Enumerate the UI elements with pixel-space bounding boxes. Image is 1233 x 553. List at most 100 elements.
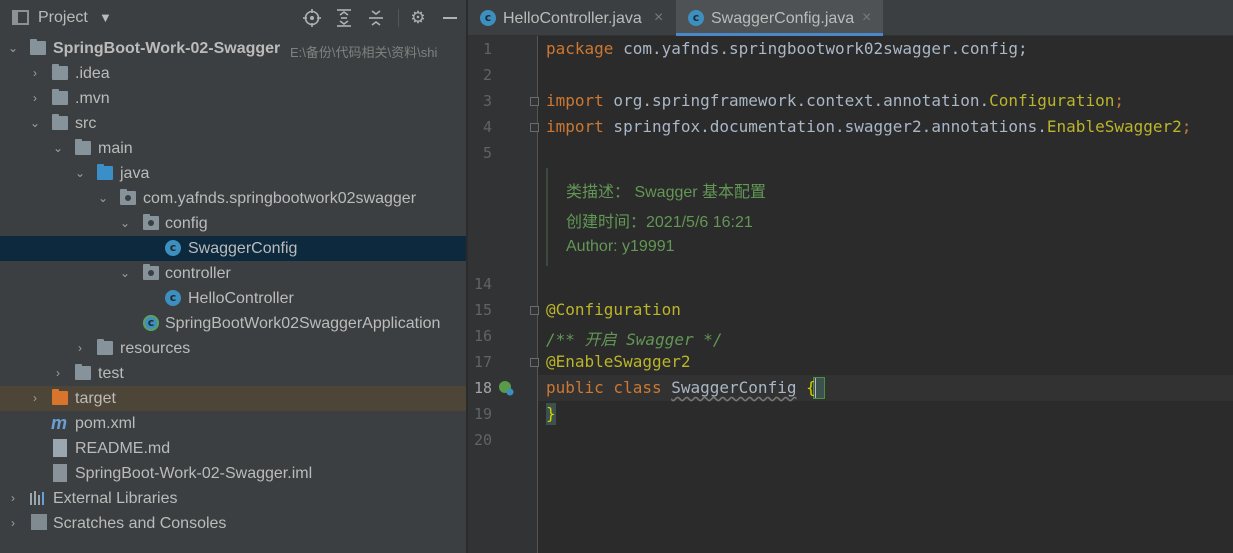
tree-item-scratches[interactable]: › Scratches and Consoles: [0, 511, 466, 536]
maven-icon: m: [51, 413, 68, 433]
editor-area: c HelloController.java × c SwaggerConfig…: [468, 0, 1233, 553]
tree-item-iml[interactable]: SpringBoot-Work-02-Swagger.iml: [0, 461, 466, 486]
tree-item-label: test: [98, 365, 124, 382]
code-text: springfox.documentation.swagger2.annotat…: [603, 117, 1047, 136]
code-text: org.springframework.context.annotation.: [603, 91, 990, 110]
tree-item-java[interactable]: ⌄ java: [0, 161, 466, 186]
chevron-right-icon[interactable]: ›: [73, 340, 87, 356]
chevron-right-icon[interactable]: ›: [28, 390, 42, 406]
chevron-down-icon[interactable]: ▼: [99, 10, 112, 25]
tree-item-pom[interactable]: m pom.xml: [0, 411, 466, 436]
chevron-right-icon[interactable]: ›: [51, 365, 65, 381]
tree-item-external-libraries[interactable]: › External Libraries: [0, 486, 466, 511]
project-panel: Project ▼ ⚙ ⌄ SpringBoot-Work-02-Swagger…: [0, 0, 466, 553]
spring-boot-class-icon: c: [143, 315, 159, 331]
fold-marker-icon[interactable]: [530, 123, 539, 132]
tree-item-label: SpringBoot-Work-02-Swagger.iml: [75, 465, 313, 482]
tree-item-label: pom.xml: [75, 415, 136, 432]
tree-item-resources[interactable]: › resources: [0, 336, 466, 361]
tree-item-test[interactable]: › test: [0, 361, 466, 386]
line-number: 4: [482, 118, 492, 136]
chevron-right-icon[interactable]: ›: [6, 490, 20, 506]
tree-item-swaggerconfig[interactable]: c SwaggerConfig: [0, 236, 466, 261]
markdown-file-icon: [53, 439, 67, 457]
tab-swaggerconfig[interactable]: c SwaggerConfig.java ×: [676, 0, 883, 36]
package-icon: [120, 189, 136, 205]
tree-item-application[interactable]: c SpringBootWork02SwaggerApplication: [0, 311, 466, 336]
line-number: 2: [482, 66, 492, 84]
chevron-down-icon[interactable]: ⌄: [6, 40, 20, 56]
code-line-16[interactable]: /** 开启 Swagger */: [546, 326, 723, 350]
java-class-icon: c: [480, 10, 496, 26]
tree-item-label: Scratches and Consoles: [53, 515, 227, 532]
line-number: 14: [473, 275, 492, 293]
close-icon[interactable]: ×: [654, 9, 663, 27]
fold-marker-icon[interactable]: [530, 358, 539, 367]
line-number: 17: [473, 353, 492, 371]
fold-marker-icon[interactable]: [530, 97, 539, 106]
code-line-3[interactable]: import org.springframework.context.annot…: [546, 91, 1124, 110]
keyword: package: [546, 39, 614, 58]
spring-bean-gutter-icon[interactable]: [498, 380, 514, 396]
folder-icon: [52, 89, 68, 105]
rendered-doc-comment[interactable]: 类描述： Swagger 基本配置 创建时间：2021/5/6 16:21 Au…: [546, 168, 948, 266]
tree-item-main[interactable]: ⌄ main: [0, 136, 466, 161]
tree-item-hellocontroller[interactable]: c HelloController: [0, 286, 466, 311]
code-line-15[interactable]: @Configuration: [546, 300, 681, 319]
code-line-1[interactable]: package com.yafnds.springbootwork02swagg…: [546, 39, 1028, 58]
line-number: 1: [482, 40, 492, 58]
keyword: import: [546, 91, 604, 110]
scratches-icon: [31, 514, 47, 530]
tree-item-label: External Libraries: [53, 490, 178, 507]
tree-item-project-root[interactable]: ⌄ SpringBoot-Work-02-Swagger E:\备份\代码相关\…: [0, 36, 466, 61]
tree-item-readme[interactable]: README.md: [0, 436, 466, 461]
chevron-right-icon[interactable]: ›: [28, 90, 42, 106]
chevron-right-icon[interactable]: ›: [28, 65, 42, 81]
chevron-down-icon[interactable]: ⌄: [96, 190, 110, 206]
folder-icon: [75, 364, 91, 380]
hide-panel-icon[interactable]: [438, 6, 462, 30]
tree-item-controller[interactable]: ⌄ controller: [0, 261, 466, 286]
chevron-down-icon[interactable]: ⌄: [51, 140, 65, 156]
package-icon: [143, 264, 159, 280]
locate-icon[interactable]: [300, 6, 324, 30]
line-number: 5: [482, 144, 492, 162]
code-line-18[interactable]: public class SwaggerConfig {: [546, 378, 816, 397]
chevron-down-icon[interactable]: ⌄: [118, 215, 132, 231]
tree-item-label: .idea: [75, 65, 110, 82]
expand-all-icon[interactable]: [332, 6, 356, 30]
collapse-all-icon[interactable]: [364, 6, 388, 30]
chevron-down-icon[interactable]: ⌄: [73, 165, 87, 181]
tree-item-mvn[interactable]: › .mvn: [0, 86, 466, 111]
code-line-19[interactable]: }: [546, 404, 556, 423]
tree-item-label: SpringBoot-Work-02-Swagger: [53, 40, 281, 57]
tree-item-idea[interactable]: › .idea: [0, 61, 466, 86]
code-line-4[interactable]: import springfox.documentation.swagger2.…: [546, 117, 1191, 136]
tree-item-label: target: [75, 390, 116, 407]
tab-hellocontroller[interactable]: c HelloController.java ×: [468, 0, 675, 36]
gear-icon[interactable]: ⚙: [406, 6, 430, 30]
tree-item-target[interactable]: › target: [0, 386, 466, 411]
tree-item-src[interactable]: ⌄ src: [0, 111, 466, 136]
tree-item-label: java: [120, 165, 150, 182]
doc-line: Author: y19991: [566, 238, 675, 255]
chevron-right-icon[interactable]: ›: [6, 515, 20, 531]
tree-item-config[interactable]: ⌄ config: [0, 211, 466, 236]
class-declaration-name: SwaggerConfig: [671, 378, 797, 397]
iml-file-icon: [53, 464, 67, 482]
close-icon[interactable]: ×: [862, 9, 871, 27]
chevron-down-icon[interactable]: ⌄: [28, 115, 42, 131]
tab-label: HelloController.java: [503, 10, 642, 27]
tree-item-label: config: [165, 215, 208, 232]
tree-item-package[interactable]: ⌄ com.yafnds.springbootwork02swagger: [0, 186, 466, 211]
fold-marker-icon[interactable]: [530, 306, 539, 315]
project-title[interactable]: Project: [38, 9, 88, 27]
doc-line: 类描述： Swagger 基本配置: [566, 184, 767, 201]
java-class-icon: c: [165, 240, 181, 256]
libraries-icon: [30, 491, 46, 505]
line-number: 19: [473, 405, 492, 423]
chevron-down-icon[interactable]: ⌄: [118, 265, 132, 281]
gutter-divider: [537, 36, 538, 553]
code-line-17[interactable]: @EnableSwagger2: [546, 352, 691, 371]
project-path-hint: E:\备份\代码相关\资料\shi: [290, 45, 438, 60]
